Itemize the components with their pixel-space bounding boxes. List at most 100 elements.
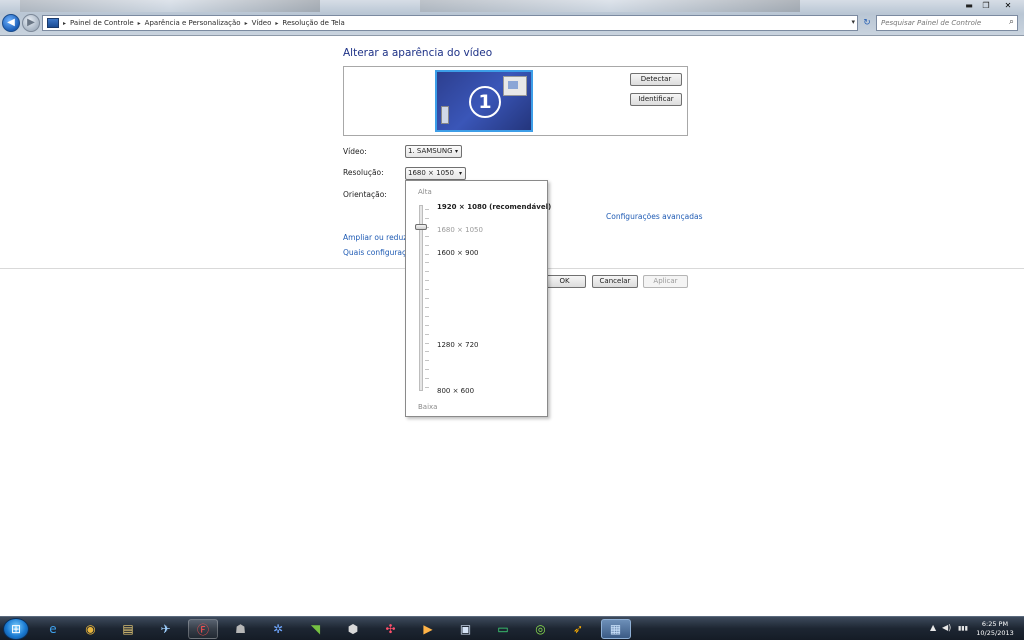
slider-tick — [425, 378, 429, 380]
back-button[interactable]: ◀ — [2, 14, 20, 32]
address-bar[interactable]: ▸ Painel de Controle ▸ Aparência e Perso… — [42, 15, 858, 31]
slider-tick — [425, 306, 429, 308]
molecule-icon[interactable]: ✣ — [376, 619, 406, 639]
breadcrumb-screen-resolution[interactable]: Resolução de Tela — [282, 19, 344, 27]
slider-tick — [425, 271, 429, 273]
close-icon: ✕ — [1004, 1, 1012, 10]
resolution-slider-thumb[interactable] — [415, 224, 427, 231]
chrome-icon[interactable]: ◉ — [76, 619, 106, 639]
preview-window-icon — [503, 76, 527, 96]
refresh-icon: ↻ — [863, 18, 871, 28]
slider-tick — [425, 298, 429, 299]
jet-icon[interactable]: ➶ — [563, 619, 593, 639]
low-label: Baixa — [418, 403, 438, 411]
refresh-button[interactable]: ↻ — [860, 15, 874, 31]
ok-button[interactable]: OK — [543, 275, 586, 288]
forward-arrow-icon: ▶ — [27, 17, 35, 28]
page-title: Alterar a aparência do vídeo — [343, 47, 493, 59]
cube-icon[interactable]: ⬢ — [338, 619, 368, 639]
advanced-settings-link[interactable]: Configurações avançadas — [606, 212, 702, 221]
resolution-dropdown: Alta 1920 × 1080 (recomendável) 1680 × 1… — [405, 180, 551, 417]
identify-button[interactable]: Identificar — [630, 93, 682, 106]
slider-tick — [425, 333, 429, 335]
display-select[interactable]: 1. SAMSUNG ▾ — [405, 145, 462, 158]
resolution-option-1600x900[interactable]: 1600 × 900 — [437, 249, 479, 257]
f-app-icon[interactable]: Ⓕ — [188, 619, 218, 639]
slider-tick — [425, 253, 429, 255]
breadcrumb: ▸ Painel de Controle ▸ Aparência e Perso… — [47, 18, 345, 28]
cancel-button[interactable]: Cancelar — [592, 275, 638, 288]
close-button[interactable]: ✕ — [996, 0, 1020, 11]
address-history-chevron-icon[interactable]: ▾ — [851, 18, 855, 26]
monitor-arrangement-panel: 1 Detectar Identificar — [343, 66, 688, 136]
resolution-slider-track[interactable] — [419, 205, 423, 391]
dropdown-arrow-icon: ▾ — [458, 170, 462, 177]
airplane-icon[interactable]: ✈ — [151, 619, 181, 639]
breadcrumb-display[interactable]: Vídeo — [252, 19, 272, 27]
monitor-app-icon[interactable]: ▭ — [488, 619, 518, 639]
aero-glass-blur — [20, 0, 320, 12]
slider-tick — [425, 342, 429, 344]
character-icon[interactable]: ☗ — [226, 619, 256, 639]
steam-icon[interactable]: ✲ — [263, 619, 293, 639]
display-settings-help-link[interactable]: Quais configuraçõ — [343, 248, 411, 257]
high-label: Alta — [418, 188, 432, 196]
slider-tick — [425, 360, 429, 362]
dropdown-arrow-icon: ▾ — [454, 148, 458, 155]
razer-icon[interactable]: ◎ — [526, 619, 556, 639]
windows-logo-icon: ⊞ — [10, 622, 22, 636]
explorer-icon[interactable]: ▤ — [113, 619, 143, 639]
window-titlebar: ◀ ▶ ▸ Painel de Controle ▸ Aparência e P… — [0, 0, 1024, 36]
resolution-option-800x600[interactable]: 800 × 600 — [437, 387, 474, 395]
disk-icon[interactable]: ▣ — [451, 619, 481, 639]
resolution-option-1920x1080[interactable]: 1920 × 1080 (recomendável) — [437, 203, 551, 211]
clock-date: 10/25/2013 — [976, 629, 1014, 637]
display-settings-icon[interactable]: ▦ — [600, 619, 631, 639]
chevron-right-icon: ▸ — [137, 19, 141, 27]
slider-tick — [425, 235, 429, 237]
network-signal-icon[interactable]: ▮▮▮ — [958, 625, 968, 632]
preview-sidebar-icon — [441, 106, 449, 124]
resolution-option-1680x1050[interactable]: 1680 × 1050 — [437, 226, 483, 234]
search-input[interactable] — [877, 16, 1001, 30]
slider-tick — [425, 244, 429, 246]
chevron-right-icon: ▸ — [63, 19, 67, 27]
resolution-select[interactable]: 1680 × 1050 ▾ — [405, 167, 466, 180]
search-icon[interactable]: ⌕ — [1009, 17, 1014, 27]
volume-icon[interactable]: ◀) — [942, 623, 951, 632]
breadcrumb-control-panel[interactable]: Painel de Controle — [70, 19, 134, 27]
slider-tick — [425, 280, 429, 282]
display-label: Vídeo: — [343, 147, 367, 156]
slider-tick — [425, 369, 429, 371]
apply-button[interactable]: Aplicar — [643, 275, 688, 288]
taskbar: ⊞ e ◉ ▤ ✈ Ⓕ ☗ ✲ ◥ ⬢ ✣ ▶ ▣ ▭ ◎ ➶ ▦ ▲ ◀) ▮▮▮ 6:25 PM 10/2… — [0, 616, 1024, 640]
slider-tick — [425, 262, 429, 264]
resolution-option-1280x720[interactable]: 1280 × 720 — [437, 341, 479, 349]
detect-button[interactable]: Detectar — [630, 73, 682, 86]
chevron-right-icon: ▸ — [244, 19, 248, 27]
restore-icon: ❐ — [982, 1, 990, 10]
maximize-button[interactable]: ❐ — [978, 0, 994, 11]
system-clock[interactable]: 6:25 PM 10/25/2013 — [970, 620, 1020, 638]
orientation-label: Orientação: — [343, 190, 387, 199]
breadcrumb-appearance[interactable]: Aparência e Personalização — [145, 19, 241, 27]
monitor-number: 1 — [469, 86, 501, 118]
slider-tick — [425, 315, 429, 317]
resolution-label: Resolução: — [343, 168, 384, 177]
back-arrow-icon: ◀ — [7, 17, 15, 28]
minimize-icon: ▬ — [965, 1, 973, 10]
show-hidden-icons-icon[interactable]: ▲ — [930, 623, 936, 632]
start-button[interactable]: ⊞ — [3, 618, 29, 640]
media-player-icon[interactable]: ▶ — [413, 619, 443, 639]
nvidia-icon[interactable]: ◥ — [301, 619, 331, 639]
slider-tick — [425, 324, 429, 326]
monitor-1-preview[interactable]: 1 — [435, 70, 533, 132]
minimize-button[interactable]: ▬ — [960, 0, 978, 11]
search-box: ⌕ — [876, 15, 1018, 31]
slider-tick — [425, 217, 429, 219]
ie-icon[interactable]: e — [38, 619, 68, 639]
resolution-select-value: 1680 × 1050 — [408, 169, 454, 177]
enlarge-text-link[interactable]: Ampliar ou reduzir — [343, 233, 412, 242]
forward-button[interactable]: ▶ — [22, 14, 40, 32]
slider-tick — [425, 209, 429, 210]
